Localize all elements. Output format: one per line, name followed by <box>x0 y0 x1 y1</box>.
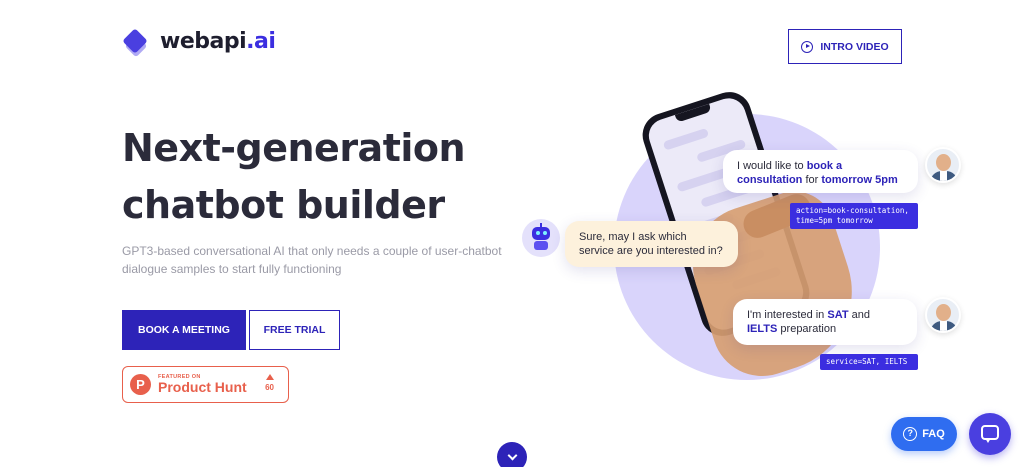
product-hunt-badge[interactable]: P FEATURED ON Product Hunt 60 <box>122 366 289 403</box>
bot-avatar-icon <box>522 219 560 257</box>
faq-button[interactable]: ? FAQ <box>891 417 957 451</box>
bot-message-bubble: Sure, may I ask which service are you in… <box>565 221 738 267</box>
product-hunt-icon: P <box>130 374 151 395</box>
user-message-bubble: I would like to book a consultation for … <box>723 150 918 193</box>
book-meeting-button[interactable]: BOOK A MEETING <box>122 310 246 350</box>
user-message-bubble: I'm interested in SAT and IELTS preparat… <box>733 299 917 345</box>
logo-text: webapi.ai <box>160 28 276 54</box>
hero-title: Next-generation chatbot builder <box>122 126 466 227</box>
entity-code-tag: service=SAT, IELTS <box>820 354 918 370</box>
user-avatar <box>925 147 961 183</box>
scroll-down-button[interactable] <box>497 442 527 467</box>
product-hunt-name: Product Hunt <box>158 379 247 395</box>
intent-code-tag: action=book-consultation, time=5pm tomor… <box>790 203 918 229</box>
user-avatar <box>925 297 961 333</box>
upvote-arrow-icon <box>265 374 274 380</box>
play-icon <box>801 40 814 53</box>
hero-subtitle: GPT3-based conversational AI that only n… <box>122 244 502 276</box>
help-icon: ? <box>903 427 918 441</box>
faq-label: FAQ <box>922 428 945 440</box>
logo-icon <box>122 28 148 58</box>
chevron-down-icon <box>507 450 517 461</box>
intro-video-button[interactable]: INTRO VIDEO <box>788 29 902 64</box>
free-trial-button[interactable]: FREE TRIAL <box>249 310 340 350</box>
site-logo[interactable]: webapi.ai <box>122 28 276 58</box>
chat-launcher-button[interactable] <box>969 413 1011 455</box>
upvote-count: 60 <box>265 374 274 392</box>
intro-video-label: INTRO VIDEO <box>820 40 889 53</box>
